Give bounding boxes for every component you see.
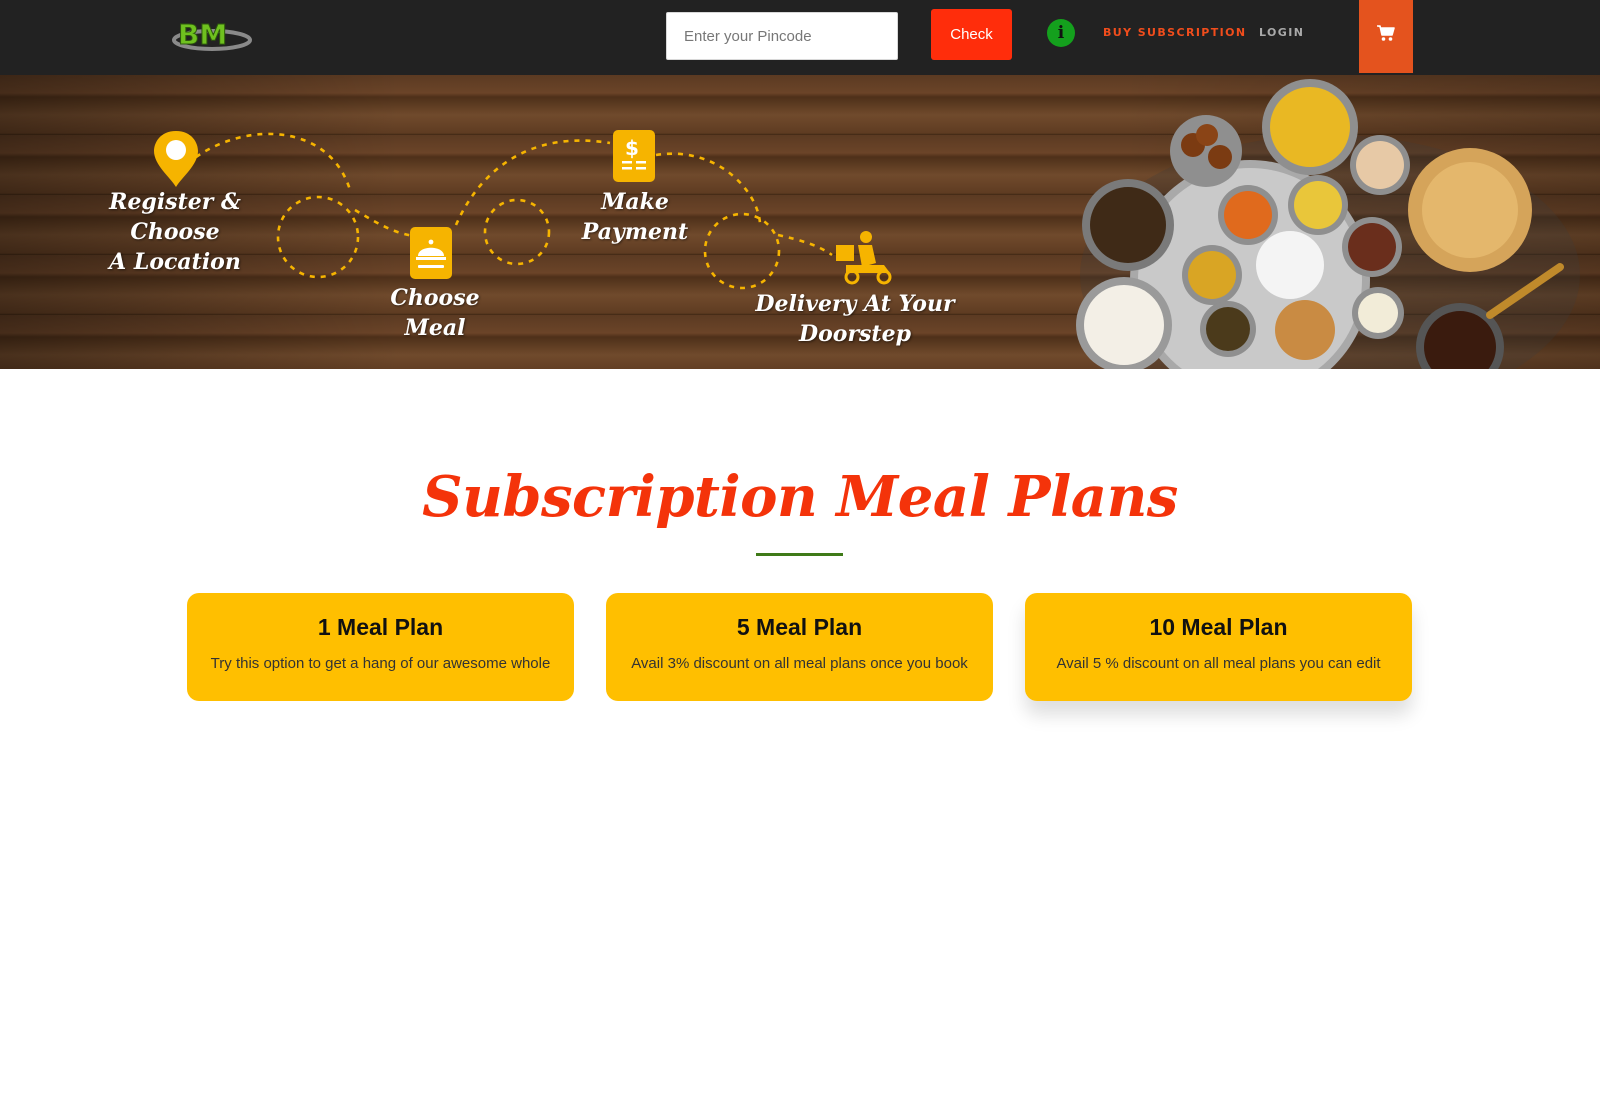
plan-title: 1 Meal Plan — [317, 614, 444, 640]
plan-description: Try this option to get a hang of our awe… — [210, 655, 551, 672]
plan-title: 10 Meal Plan — [1149, 614, 1288, 640]
plan-card-10-meal[interactable]: 10 Meal Plan Avail 5 % discount on all m… — [1025, 593, 1412, 701]
plan-card-1-meal[interactable]: 1 Meal Plan Try this option to get a han… — [187, 593, 574, 701]
section-title: Subscription Meal Plans — [422, 464, 1178, 530]
pincode-input[interactable] — [666, 12, 898, 60]
title-underline — [756, 553, 843, 556]
plan-card-5-meal[interactable]: 5 Meal Plan Avail 3% discount on all mea… — [606, 593, 993, 701]
plan-description: Avail 5 % discount on all meal plans you… — [1056, 655, 1381, 672]
buy-subscription-link[interactable]: BUY SUBSCRIPTION — [1103, 26, 1247, 39]
hero-banner: $ Register & Choose A Location Make Paym… — [0, 75, 1600, 369]
step-register-line2: A Location — [109, 249, 241, 275]
step-register-line1: Register & Choose — [109, 189, 241, 245]
food-cloche-icon — [410, 227, 452, 279]
cart-icon — [1377, 25, 1395, 41]
step-register-label: Register & Choose A Location — [70, 187, 280, 277]
step-delivery-label: Delivery At Your Doorstep — [755, 291, 955, 347]
dashed-route — [195, 132, 833, 290]
top-navbar: BM Check i BUY SUBSCRIPTION LOGIN — [0, 0, 1600, 75]
check-button[interactable]: Check — [931, 9, 1012, 60]
receipt-dollar-icon: $ — [613, 130, 655, 182]
brand-logo[interactable]: BM — [170, 14, 254, 56]
location-pin-icon — [154, 131, 198, 187]
svg-text:$: $ — [625, 136, 639, 160]
login-link[interactable]: LOGIN — [1259, 26, 1304, 39]
info-icon[interactable]: i — [1047, 19, 1075, 47]
thali-food-image — [1076, 79, 1580, 369]
logo-text: BM — [178, 18, 227, 51]
cart-button[interactable] — [1359, 0, 1413, 73]
plan-description: Avail 3% discount on all meal plans once… — [631, 655, 968, 672]
delivery-scooter-icon — [836, 231, 892, 285]
step-payment-label: Make Payment — [581, 189, 689, 245]
step-choose-meal-label: Choose Meal — [390, 285, 480, 341]
plan-title: 5 Meal Plan — [736, 614, 863, 640]
